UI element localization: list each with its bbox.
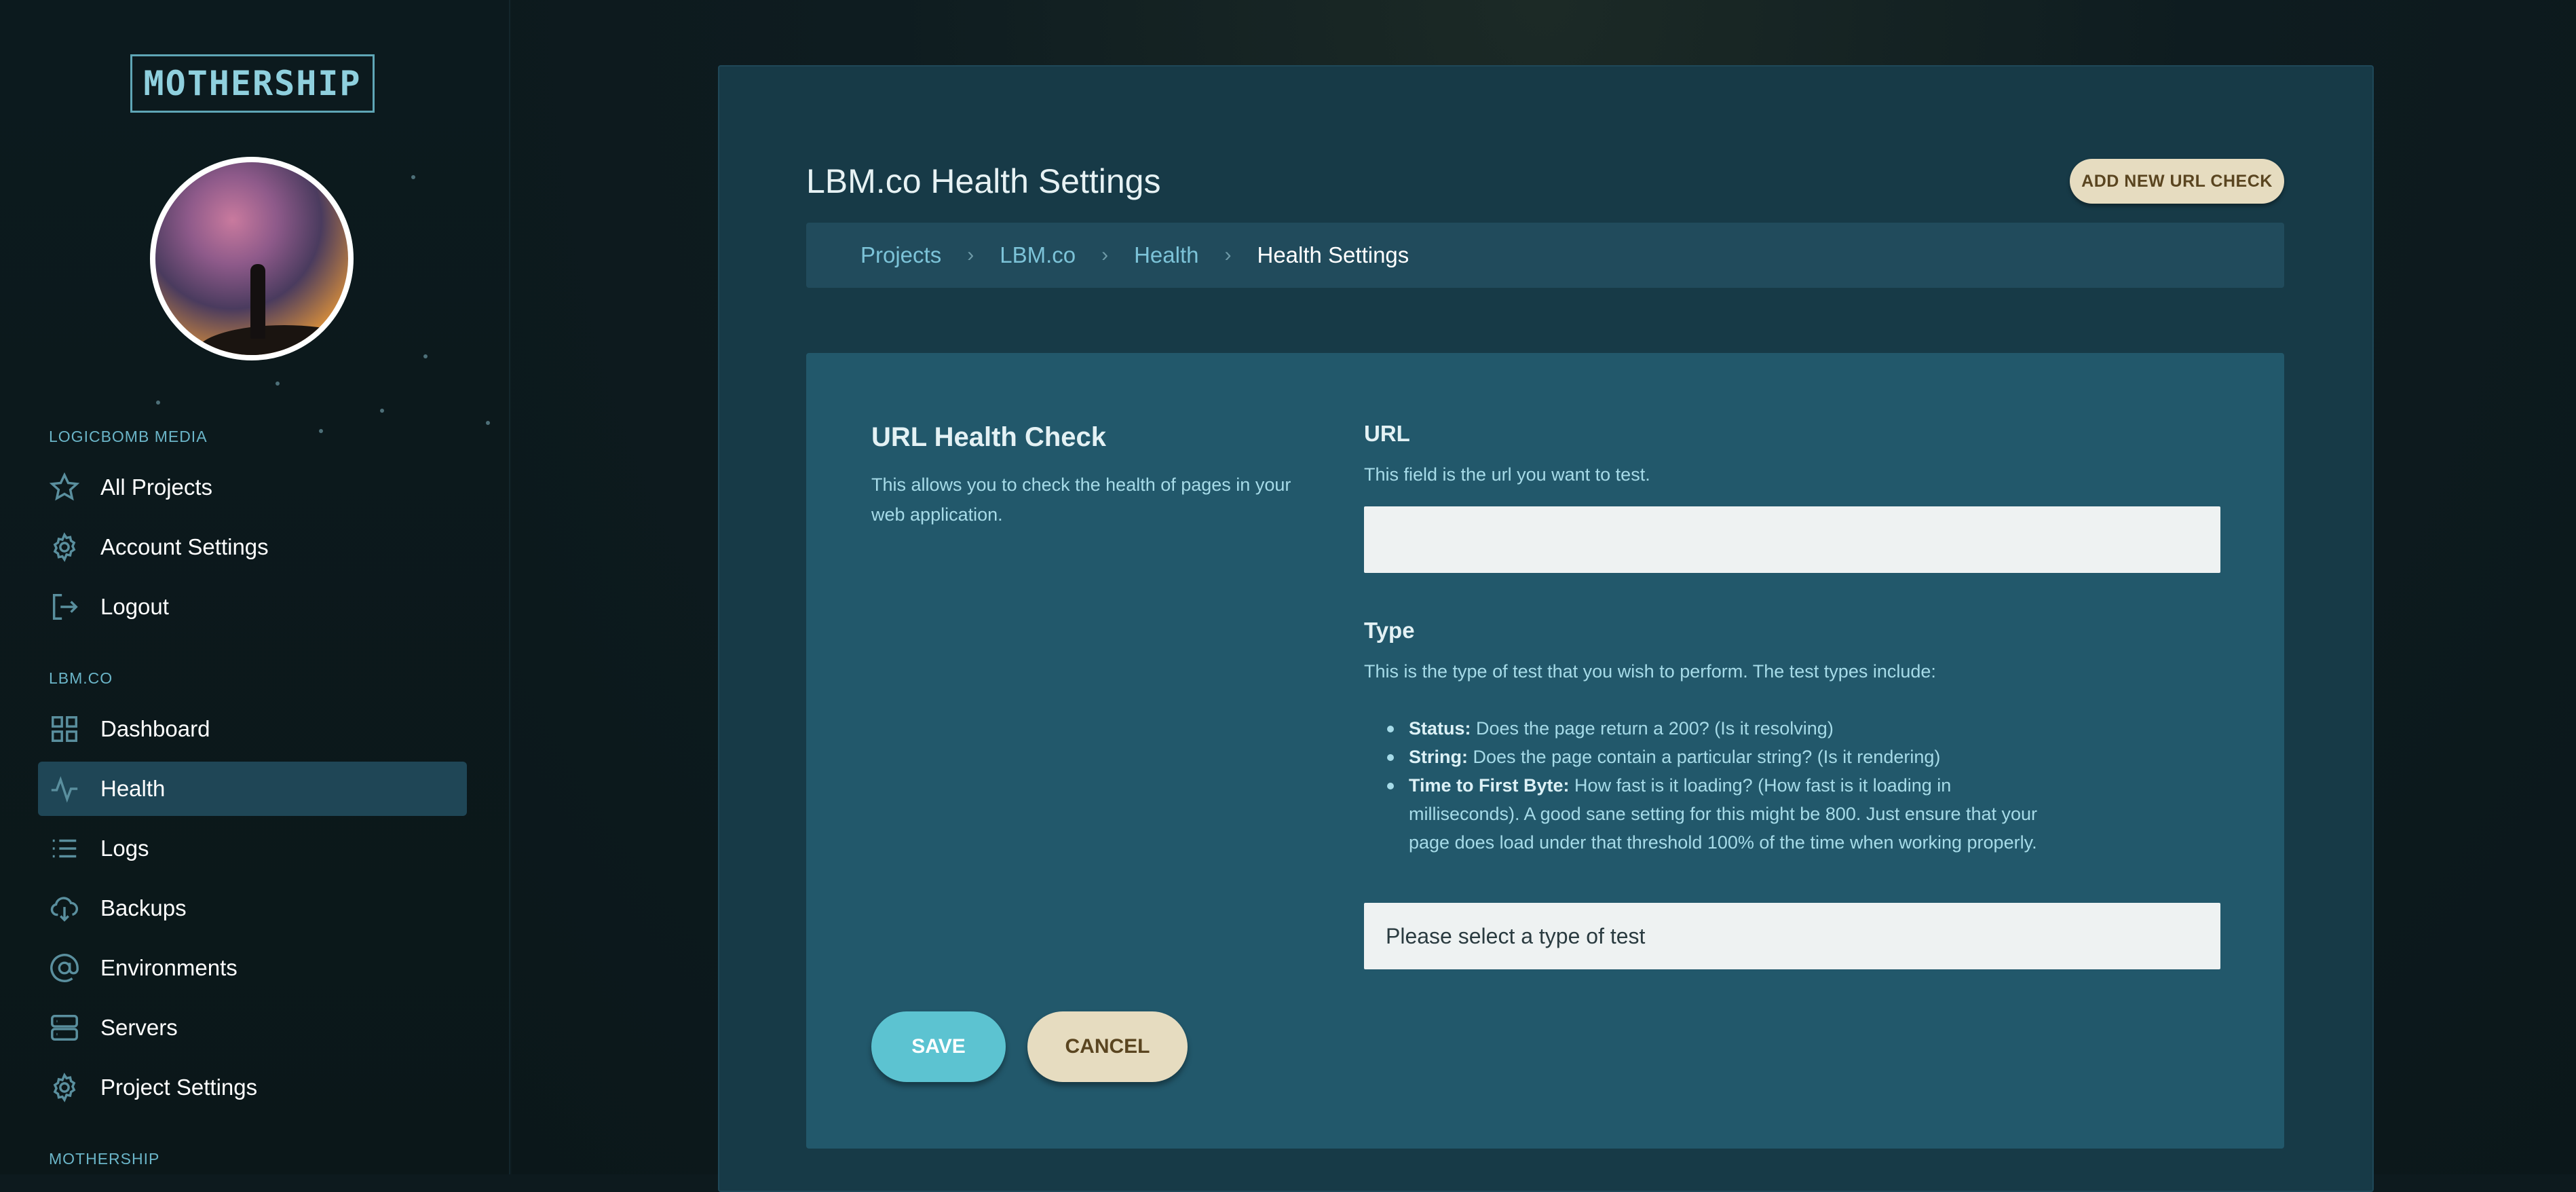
star-dot [156, 401, 160, 405]
type-label: Type [1364, 618, 1415, 643]
sidebar-item-environments[interactable]: Environments [38, 941, 467, 995]
sidebar-item-label: Dashboard [100, 716, 210, 741]
star-dot [411, 175, 415, 179]
chevron-right-icon: › [967, 244, 974, 266]
star-dot [423, 354, 428, 358]
section-label-lbm: LBM.CO [49, 669, 113, 687]
add-url-check-button[interactable]: ADD NEW URL CHECK [2070, 159, 2284, 204]
sidebar-item-logout[interactable]: Logout [38, 580, 467, 634]
breadcrumb-health[interactable]: Health [1134, 242, 1198, 268]
sidebar-item-label: Logs [100, 836, 149, 861]
cloud-download-icon [48, 891, 81, 925]
list-item: String: Does the page contain a particul… [1364, 743, 2043, 771]
type-help: This is the type of test that you wish t… [1364, 661, 1936, 682]
url-input[interactable] [1364, 506, 2220, 573]
list-item: Status: Does the page return a 200? (Is … [1364, 714, 2043, 743]
url-help: This field is the url you want to test. [1364, 464, 1650, 485]
save-button[interactable]: SAVE [871, 1011, 1006, 1082]
page-title: LBM.co Health Settings [806, 162, 1161, 200]
form-title: URL Health Check [871, 422, 1107, 452]
grid-icon [48, 712, 81, 746]
sidebar-item-backups[interactable]: Backups [38, 881, 467, 935]
sidebar: MOTHERSHIP LOGICBOMB MEDIA All Projects … [0, 0, 689, 1174]
type-name: String: [1409, 747, 1468, 767]
breadcrumb-projects[interactable]: Projects [860, 242, 941, 268]
gear-icon [48, 1070, 81, 1104]
breadcrumb-current: Health Settings [1257, 242, 1409, 267]
at-icon [48, 951, 81, 985]
sidebar-item-health[interactable]: Health [38, 762, 467, 816]
section-label-mothership: MOTHERSHIP [49, 1150, 160, 1168]
type-text: Does the page return a 200? (Is it resol… [1471, 718, 1834, 739]
sidebar-item-account-settings[interactable]: Account Settings [38, 520, 467, 574]
sidebar-item-label: Health [100, 776, 166, 801]
type-name: Time to First Byte: [1409, 775, 1570, 796]
avatar-hill [196, 325, 348, 355]
logo[interactable]: MOTHERSHIP [130, 54, 375, 113]
avatar[interactable] [150, 157, 354, 360]
sidebar-item-label: Backups [100, 895, 187, 920]
sidebar-item-all-projects[interactable]: All Projects [38, 460, 467, 515]
list-icon [48, 832, 81, 865]
sidebar-item-project-settings[interactable]: Project Settings [38, 1060, 467, 1115]
sidebar-item-label: Environments [100, 955, 238, 980]
sidebar-item-label: Account Settings [100, 534, 269, 559]
sidebar-item-label: Project Settings [100, 1075, 258, 1100]
breadcrumb-lbm[interactable]: LBM.co [1000, 242, 1076, 268]
type-select-value: Please select a type of test [1386, 923, 1646, 948]
server-icon [48, 1011, 81, 1045]
type-description-list: Status: Does the page return a 200? (Is … [1364, 714, 2043, 857]
sidebar-item-label: Servers [100, 1015, 178, 1040]
star-icon [48, 470, 81, 504]
form-description: This allows you to check the health of p… [871, 474, 1291, 525]
type-select[interactable]: Please select a type of test [1364, 903, 2220, 969]
star-dot [380, 409, 384, 413]
logout-icon [48, 590, 81, 624]
gear-icon [48, 530, 81, 564]
chevron-right-icon: › [1224, 244, 1232, 266]
type-name: Status: [1409, 718, 1471, 739]
list-item: Time to First Byte: How fast is it loadi… [1364, 771, 2043, 857]
url-label: URL [1364, 421, 1410, 446]
sidebar-item-servers[interactable]: Servers [38, 1001, 467, 1055]
sidebar-item-dashboard[interactable]: Dashboard [38, 702, 467, 756]
star-dot [276, 381, 280, 386]
sidebar-item-logs[interactable]: Logs [38, 821, 467, 876]
breadcrumb: Projects › LBM.co › Health › Health Sett… [806, 223, 2284, 288]
cancel-button[interactable]: CANCEL [1027, 1011, 1188, 1082]
sidebar-item-label: All Projects [100, 474, 213, 500]
avatar-silhouette [250, 264, 265, 339]
pulse-icon [48, 772, 81, 806]
star-dot [319, 429, 323, 433]
star-dot [486, 421, 490, 425]
section-label-logicbomb: LOGICBOMB MEDIA [49, 428, 208, 445]
sidebar-item-label: Logout [100, 594, 169, 619]
type-text: Does the page contain a particular strin… [1468, 747, 1941, 767]
chevron-right-icon: › [1101, 244, 1109, 266]
